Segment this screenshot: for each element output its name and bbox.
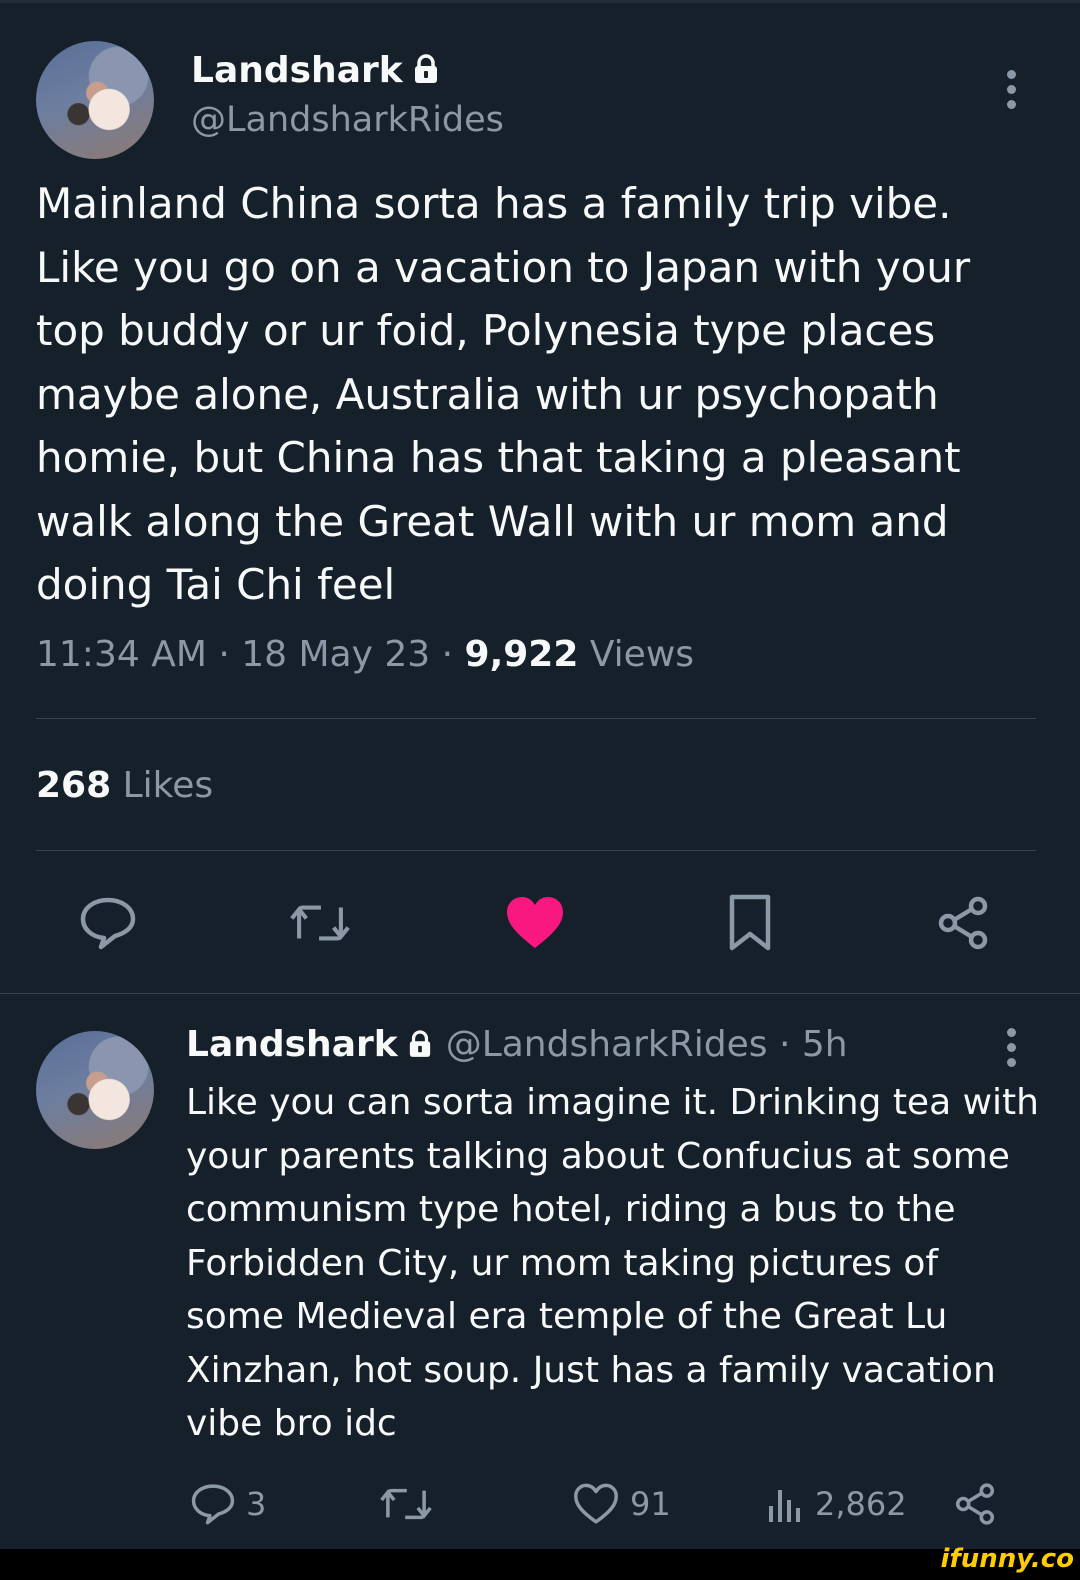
retweet-button[interactable] [290,893,350,953]
bookmark-button[interactable] [720,893,780,953]
tweet-date[interactable]: 18 May 23 [241,634,430,675]
reply-header: Landshark @LandsharkRides · 5h [186,1024,848,1067]
share-button[interactable] [933,893,993,953]
views-chart-icon [769,1490,800,1522]
reply-count: 3 [246,1485,267,1523]
reply-icon [80,897,136,950]
like-count: 91 [630,1485,671,1523]
likes-count: 268 [36,765,112,806]
display-name[interactable]: Landshark [191,50,439,93]
reply-count-button[interactable]: 3 [190,1484,267,1525]
watermark: ifunny.co [940,1544,1074,1574]
retweet-icon [380,1488,432,1520]
top-border [0,0,1080,3]
reply-icon [191,1484,235,1525]
tweet-time[interactable]: 11:34 AM [36,634,207,675]
lock-icon [413,52,439,93]
reply-button[interactable] [78,893,138,953]
tweet-meta: 11:34 AM · 18 May 23 · 9,922 Views [36,634,695,675]
footer-bar [0,1549,1080,1580]
bookmark-icon [729,894,771,951]
handle[interactable]: @LandsharkRides [191,100,504,140]
share-icon [938,896,988,950]
lock-icon [408,1026,432,1067]
like-count-button[interactable]: 91 [572,1483,671,1524]
avatar[interactable] [36,41,154,159]
share-icon [955,1483,995,1525]
share-button[interactable] [952,1483,1008,1525]
heart-outline-icon [574,1483,618,1524]
section-divider [0,993,1080,994]
reply-text: Like you can sorta imagine it. Drinking … [186,1082,1039,1444]
divider [36,718,1036,719]
views-label: Views [589,634,695,675]
divider [36,850,1036,851]
views-count: 9,922 [464,634,579,675]
retweet-button[interactable] [380,1484,442,1524]
heart-filled-icon [507,897,563,948]
more-options-icon[interactable] [1007,1028,1017,1073]
handle-time[interactable]: @LandsharkRides · 5h [446,1024,848,1065]
likes-label: Likes [122,765,214,806]
retweet-icon [290,905,350,941]
display-name[interactable]: Landshark [186,1024,398,1065]
likes-summary[interactable]: 268 Likes [36,765,213,806]
views-count: 2,862 [815,1485,907,1523]
more-options-icon[interactable] [1007,70,1017,115]
views-count-button[interactable]: 2,862 [765,1484,907,1524]
tweet-text: Mainland China sorta has a family trip v… [36,179,971,609]
avatar[interactable] [36,1031,154,1149]
like-button[interactable] [505,893,565,953]
